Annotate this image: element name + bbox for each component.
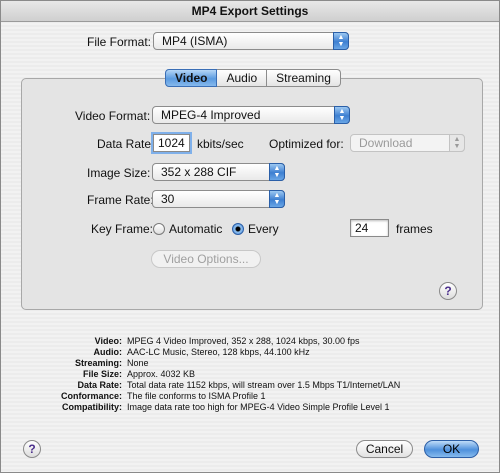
frame-rate-value: 30 xyxy=(161,192,175,206)
settings-summary: Video: MPEG 4 Video Improved, 352 x 288, … xyxy=(21,336,400,413)
image-size-label: Image Size: xyxy=(87,166,151,180)
data-rate-field[interactable]: 1024 xyxy=(153,134,190,152)
image-size-popup[interactable]: 352 x 288 CIF ▲ ▼ xyxy=(152,163,285,181)
video-format-popup[interactable]: MPEG-4 Improved ▲ ▼ xyxy=(152,106,350,124)
popup-arrows-icon: ▲ ▼ xyxy=(334,106,350,124)
tab-audio[interactable]: Audio xyxy=(217,69,268,87)
optimized-for-popup[interactable]: Download ▲ ▼ xyxy=(350,134,465,152)
video-format-label: Video Format: xyxy=(75,109,151,123)
dialog-help-button[interactable]: ? xyxy=(23,440,41,458)
panel-help-button[interactable]: ? xyxy=(439,282,457,300)
ok-button[interactable]: OK xyxy=(424,440,479,458)
summary-row: Data Rate: Total data rate 1152 kbps, wil… xyxy=(77,380,401,390)
tab-bar: Video Audio Streaming xyxy=(165,69,341,87)
optimized-for-value: Download xyxy=(359,136,413,150)
tab-video[interactable]: Video xyxy=(165,69,218,87)
summary-row: Video: MPEG 4 Video Improved, 352 x 288, … xyxy=(94,336,360,346)
video-format-value: MPEG-4 Improved xyxy=(161,108,261,122)
key-frame-interval-field[interactable]: 24 xyxy=(350,219,389,237)
frame-rate-popup[interactable]: 30 ▲ ▼ xyxy=(152,190,285,208)
popup-arrows-icon: ▲ ▼ xyxy=(269,163,285,181)
every-radio[interactable] xyxy=(232,223,244,235)
data-rate-label: Data Rate: xyxy=(97,137,155,151)
automatic-radio[interactable] xyxy=(153,223,165,235)
frames-unit-label: frames xyxy=(396,222,433,236)
every-label: Every xyxy=(248,222,279,236)
popup-arrows-icon: ▲ ▼ xyxy=(449,134,465,152)
data-rate-unit: kbits/sec xyxy=(197,137,244,151)
optimized-for-label: Optimized for: xyxy=(269,137,344,151)
automatic-label: Automatic xyxy=(169,222,223,236)
export-settings-window: MP4 Export Settings File Format: MP4 (IS… xyxy=(0,0,500,473)
summary-row: Conformance: The file conforms to ISMA Pr… xyxy=(60,391,266,401)
tab-streaming[interactable]: Streaming xyxy=(267,69,341,87)
cancel-button[interactable]: Cancel xyxy=(356,440,413,458)
key-frame-label: Key Frame: xyxy=(91,222,154,236)
video-options-button[interactable]: Video Options... xyxy=(151,250,261,268)
file-format-label: File Format: xyxy=(87,35,152,49)
popup-arrows-icon: ▲ ▼ xyxy=(269,190,285,208)
summary-row: Audio: AAC-LC Music, Stereo, 128 kbps, 44… xyxy=(93,347,310,357)
image-size-value: 352 x 288 CIF xyxy=(161,165,237,179)
frame-rate-label: Frame Rate: xyxy=(87,193,154,207)
summary-row: Streaming: None xyxy=(74,358,149,368)
file-format-value: MP4 (ISMA) xyxy=(162,34,228,48)
file-format-popup[interactable]: MP4 (ISMA) ▲ ▼ xyxy=(153,32,349,50)
summary-row: File Size: Approx. 4032 KB xyxy=(82,369,196,379)
window-title: MP4 Export Settings xyxy=(1,1,499,22)
popup-arrows-icon: ▲ ▼ xyxy=(333,32,349,50)
summary-row: Compatibility: Image data rate too high f… xyxy=(62,402,390,412)
